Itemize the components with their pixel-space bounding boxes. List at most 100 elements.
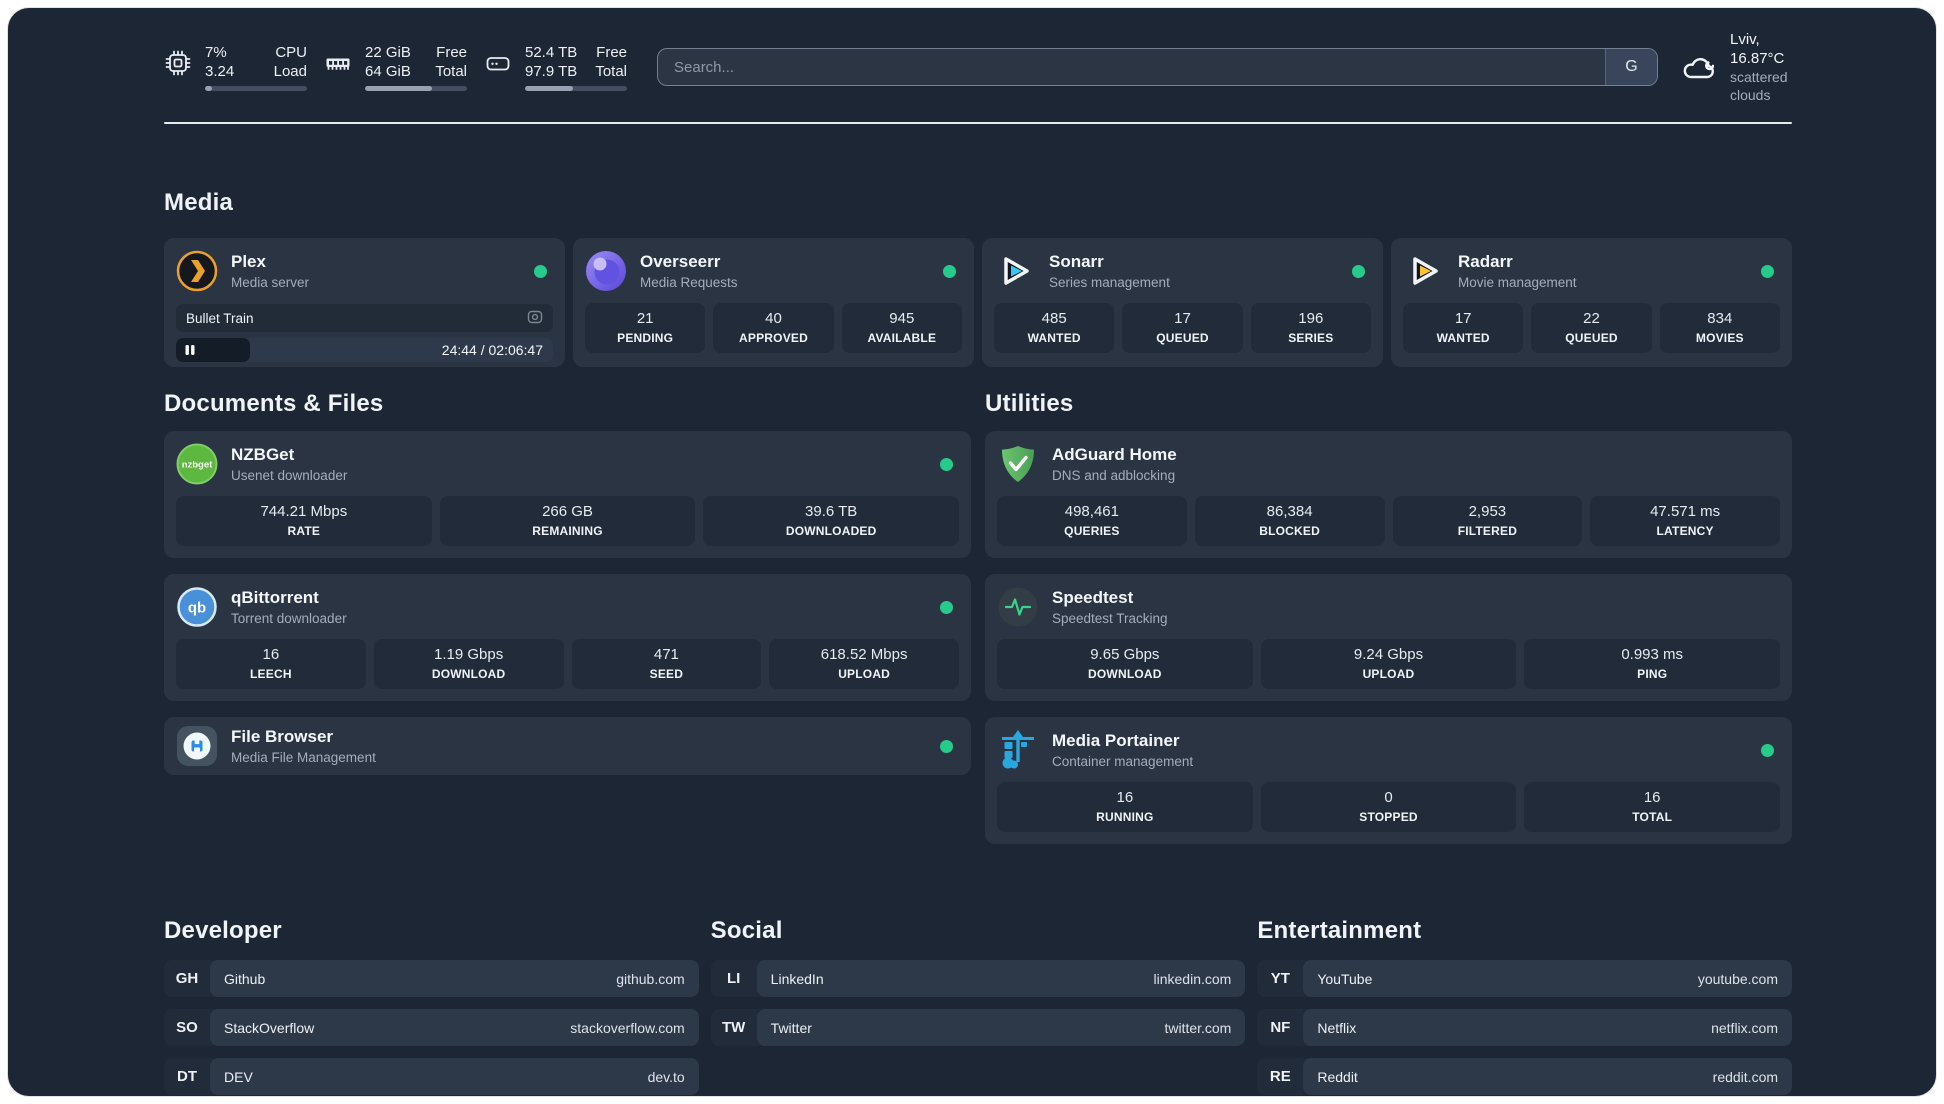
service-description: Movie management [1458, 275, 1577, 290]
bookmark-url: linkedin.com [1153, 970, 1232, 987]
service-name: Speedtest [1052, 588, 1134, 607]
now-playing-progress: 24:44 / 02:06:47 [176, 338, 553, 362]
qbittorrent-logo-icon: qb [176, 586, 218, 628]
status-dot [940, 739, 953, 753]
search-input[interactable] [658, 49, 1605, 85]
status-dot [1761, 264, 1774, 278]
status-dot [534, 264, 547, 278]
service-description: Container management [1052, 754, 1194, 769]
bookmark-youtube[interactable]: YT YouTube youtube.com [1257, 960, 1793, 997]
metric-value: 7% [205, 44, 227, 61]
section-title-developer: Developer [164, 917, 282, 944]
stat-tile: 2,953 FILTERED [1392, 496, 1583, 546]
section-title-entertainment: Entertainment [1257, 917, 1422, 944]
system-metrics: 7% 3.24 CPU Load 22 GiB 64 GiB Free Tota… [164, 43, 627, 91]
bookmark-group-social: Social LI LinkedIn linkedin.com TW Twitt… [710, 916, 1246, 1096]
svg-text:nzbget: nzbget [182, 460, 213, 471]
stat-tile: 17 WANTED [1403, 303, 1524, 353]
metric-memory: 22 GiB 64 GiB Free Total [324, 43, 467, 91]
stat-tile: 17 QUEUED [1122, 303, 1243, 353]
svg-text:qb: qb [188, 600, 206, 617]
stat-tile: 498,461 QUERIES [997, 496, 1187, 546]
service-card-adguard-home[interactable]: AdGuard Home DNS and adblocking 498,461 Q… [985, 431, 1792, 558]
stat-tile: 9.65 Gbps DOWNLOAD [997, 639, 1253, 689]
bookmark-stackoverflow[interactable]: SO StackOverflow stackoverflow.com [164, 1009, 699, 1046]
stat-tile: 485 WANTED [994, 303, 1115, 353]
group-documents-files: Documents & Files nzbget NZBGet Usenet d… [164, 389, 971, 860]
now-playing-title: Bullet Train [186, 310, 254, 326]
speedtest-logo-icon [997, 586, 1039, 628]
file-browser-logo-icon [176, 725, 218, 767]
stat-tile: 0 STOPPED [1260, 782, 1517, 832]
service-card-nzbget[interactable]: nzbget NZBGet Usenet downloader 744.21 M… [164, 431, 971, 558]
service-description: Media File Management [231, 750, 376, 765]
weather-widget: Lviv, 16.87°C scattered clouds [1680, 30, 1792, 104]
service-description: Series management [1049, 275, 1170, 290]
service-name: NZBGet [231, 445, 295, 464]
stat-tile: 21 PENDING [585, 303, 706, 353]
bookmark-linkedin[interactable]: LI LinkedIn linkedin.com [710, 960, 1246, 997]
group-utilities: Utilities AdGuard Home DNS and adblockin… [985, 389, 1792, 860]
status-dot [940, 457, 953, 471]
metric-label: CPU [275, 44, 307, 61]
bookmark-twitter[interactable]: TW Twitter twitter.com [710, 1009, 1246, 1046]
search-bar[interactable]: G [657, 48, 1658, 86]
stat-tile: 86,384 BLOCKED [1194, 496, 1385, 546]
metric-value: 64 GiB [365, 63, 411, 80]
section-title-media: Media [164, 189, 234, 216]
status-dot [1761, 743, 1774, 757]
search-provider-button[interactable]: G [1605, 49, 1657, 85]
service-card-radarr[interactable]: Radarr Movie management 17 WANTED 22 QUEUE… [1391, 238, 1792, 367]
bookmark-reddit[interactable]: RE Reddit reddit.com [1257, 1058, 1793, 1095]
bookmark-netflix[interactable]: NF Netflix netflix.com [1257, 1009, 1793, 1046]
stat-tile: 39.6 TB DOWNLOADED [703, 496, 960, 546]
stat-tile: 16 RUNNING [997, 782, 1253, 832]
service-card-plex[interactable]: Plex Media server Bullet Train 24:44 / 0… [164, 238, 565, 367]
bookmark-name: Netflix [1317, 1019, 1357, 1036]
bookmark-name: StackOverflow [224, 1019, 315, 1036]
status-dot [1352, 264, 1365, 278]
nzbget-logo-icon: nzbget [176, 443, 218, 485]
now-playing-time: 24:44 / 02:06:47 [441, 342, 543, 358]
now-playing-screen-icon [527, 310, 543, 327]
service-card-file-browser[interactable]: File Browser Media File Management [164, 717, 971, 775]
metric-label: Free [436, 44, 467, 61]
service-description: DNS and adblocking [1052, 468, 1176, 483]
dashboard-root: 7% 3.24 CPU Load 22 GiB 64 GiB Free Tota… [7, 7, 1937, 1097]
metric-value: 22 GiB [365, 44, 411, 61]
bookmark-abbr: DT [164, 1058, 210, 1095]
stat-tile: 16 LEECH [176, 639, 366, 689]
overseerr-logo-icon [585, 250, 627, 292]
bookmark-url: stackoverflow.com [570, 1019, 685, 1036]
cpu-progress-bar [205, 86, 307, 91]
bookmark-url: netflix.com [1711, 1019, 1779, 1036]
service-card-speedtest[interactable]: Speedtest Speedtest Tracking 9.65 Gbps DO… [985, 574, 1792, 701]
service-description: Speedtest Tracking [1052, 611, 1168, 626]
bookmark-name: LinkedIn [770, 970, 824, 987]
plex-logo-icon [176, 250, 218, 292]
bookmark-abbr: SO [164, 1009, 210, 1046]
bookmark-abbr: LI [710, 960, 757, 997]
stat-tile: 618.52 Mbps UPLOAD [769, 639, 959, 689]
section-title-utilities: Utilities [985, 390, 1074, 417]
bookmark-abbr: TW [710, 1009, 757, 1046]
service-name: Sonarr [1049, 252, 1104, 271]
bookmark-name: Twitter [770, 1019, 812, 1036]
section-title-social: Social [710, 917, 783, 944]
pause-icon [185, 344, 195, 356]
service-name: Radarr [1458, 252, 1513, 271]
adguard-logo-icon [997, 443, 1039, 485]
bookmark-dev[interactable]: DT DEV dev.to [164, 1058, 699, 1095]
service-card-media-portainer[interactable]: Media Portainer Container management 16 R… [985, 717, 1792, 844]
stat-tile: 834 MOVIES [1659, 303, 1780, 353]
service-card-qbittorrent[interactable]: qb qBittorrent Torrent downloader 16 LEEC… [164, 574, 971, 701]
service-card-sonarr[interactable]: Sonarr Series management 485 WANTED 17 QUE… [982, 238, 1383, 367]
cloud-icon [1680, 52, 1718, 82]
stat-tile: 0.993 ms PING [1524, 639, 1781, 689]
bookmark-github[interactable]: GH Github github.com [164, 960, 699, 997]
bookmark-abbr: GH [164, 960, 210, 997]
bookmark-url: github.com [616, 970, 685, 987]
service-name: Overseerr [640, 252, 721, 271]
service-card-overseerr[interactable]: Overseerr Media Requests 21 PENDING 40 APP… [573, 238, 974, 367]
service-name: Plex [231, 252, 266, 271]
